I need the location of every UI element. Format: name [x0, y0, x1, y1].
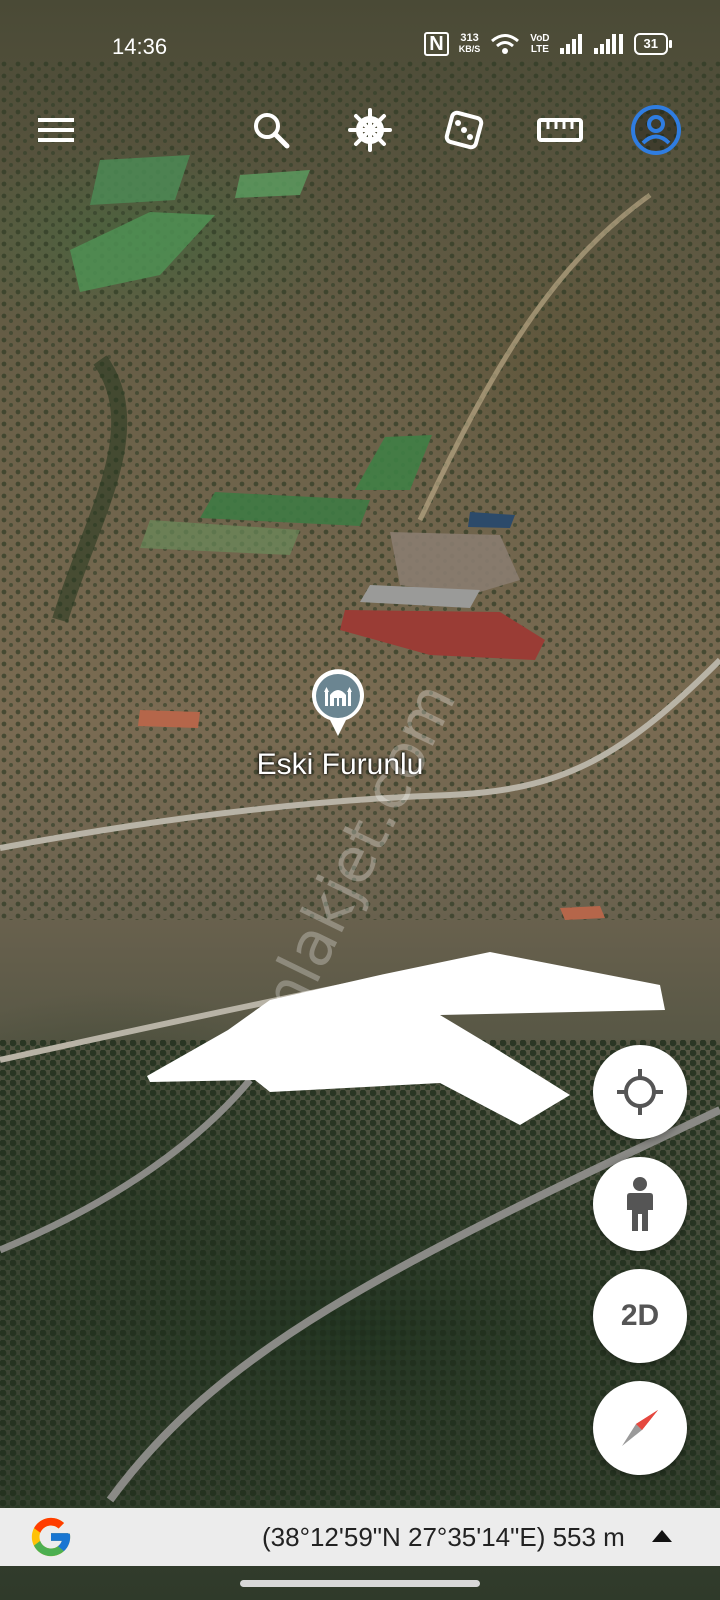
network-speed-value: 313 [460, 32, 479, 44]
network-speed-unit: KB/S [458, 44, 481, 54]
signal-icon [593, 34, 623, 54]
signal-icon [559, 34, 582, 54]
network-label-1: VoD [530, 33, 550, 44]
expand-arrow-icon[interactable] [652, 1530, 672, 1542]
battery-icon: 31 [633, 33, 673, 55]
ruler-icon [537, 118, 583, 142]
voyager-button[interactable] [342, 102, 398, 158]
crosshair-icon [617, 1069, 663, 1115]
clock: 14:36 [112, 34, 168, 59]
gesture-nav-handle[interactable] [240, 1580, 480, 1587]
feeling-lucky-button[interactable] [436, 102, 492, 158]
account-icon [631, 105, 681, 155]
place-marker-icon[interactable] [310, 668, 366, 738]
status-icons: N 313 KB/S VoD LTE 31 [424, 32, 673, 56]
dice-icon [444, 110, 484, 150]
google-g-logo [31, 1517, 71, 1557]
account-button[interactable] [628, 102, 684, 158]
view-mode-label: 2D [620, 1299, 660, 1332]
wifi-icon [491, 34, 520, 54]
voyager-wheel-icon [348, 108, 392, 152]
my-location-button[interactable] [593, 1045, 687, 1139]
status-bar: 14:36 N 313 KB/S VoD LTE 31 [0, 0, 720, 96]
search-button[interactable] [243, 102, 299, 158]
compass-button[interactable] [593, 1381, 687, 1475]
compass-icon [622, 1410, 658, 1446]
bottom-bar: (38°12'59"N 27°35'14"E) 553 m [0, 1508, 720, 1566]
network-type: VoD LTE [530, 33, 549, 55]
nfc-icon: N [424, 32, 449, 56]
search-icon [254, 113, 290, 149]
network-label-2: LTE [530, 44, 549, 55]
menu-icon [38, 118, 74, 142]
pegman-icon [627, 1177, 653, 1231]
top-toolbar [0, 102, 720, 158]
network-speed: 313 KB/S [459, 33, 481, 55]
measure-button[interactable] [532, 102, 588, 158]
menu-button[interactable] [28, 102, 84, 158]
coordinates-readout: (38°12'59"N 27°35'14"E) 553 m [262, 1522, 625, 1552]
street-view-button[interactable] [593, 1157, 687, 1251]
view-mode-button[interactable]: 2D [593, 1269, 687, 1363]
